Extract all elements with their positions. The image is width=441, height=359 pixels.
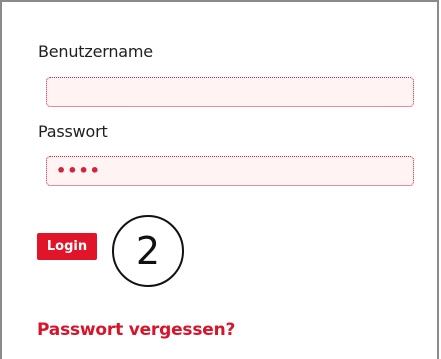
password-field[interactable]: •••• xyxy=(46,156,414,186)
username-label: Benutzername xyxy=(38,42,153,61)
password-masked-value: •••• xyxy=(56,161,101,180)
password-label: Passwort xyxy=(38,122,108,141)
username-input[interactable] xyxy=(47,78,413,106)
login-button[interactable]: Login xyxy=(37,233,97,260)
step-number-badge: 2 xyxy=(112,215,184,287)
username-field[interactable] xyxy=(46,77,414,107)
login-panel: Benutzername Passwort •••• Login 2 Passw… xyxy=(0,0,439,359)
forgot-password-link[interactable]: Passwort vergessen? xyxy=(37,320,235,340)
